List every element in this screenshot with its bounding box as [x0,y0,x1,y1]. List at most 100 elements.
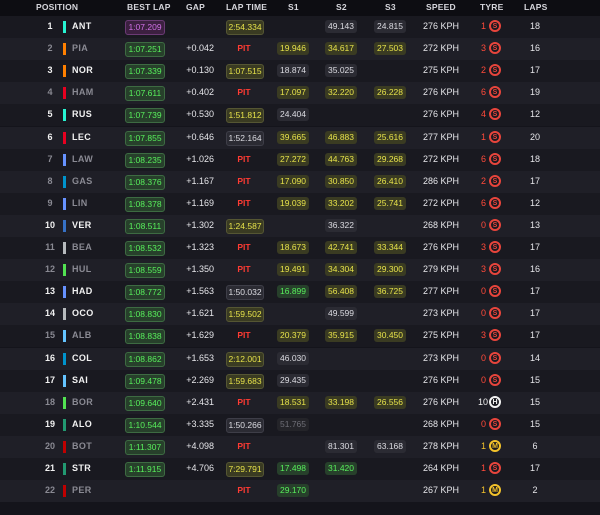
header-s1[interactable]: S1 [288,2,299,12]
speed-value: 278 KPH [423,440,460,451]
position-number: 4 [47,87,53,98]
driver-code: VER [72,219,92,230]
position-number: 8 [47,175,53,186]
tyre-age: 0 [480,219,486,230]
table-row[interactable]: 1 ANT 1:07.209 2:54.334 49.143 24.815 276 KPH 1… [0,16,600,38]
speed-value: 275 KPH [423,330,460,341]
table-row[interactable]: 20 BOT 1:11.307 +4.098 PIT 81.301 63.168 278 KP… [0,435,600,458]
header-lap-time[interactable]: LAP TIME [226,2,267,12]
position-number: 9 [47,197,53,208]
position-number: 3 [47,65,53,76]
lap-time-pit: PIT [237,242,251,252]
speed-value: 286 KPH [423,175,460,186]
speed-value: 272 KPH [423,197,460,208]
tyre-compound-icon: S [489,64,501,77]
laps-count: 14 [529,352,540,363]
sector-1-time: 19.946 [277,42,309,56]
table-row[interactable]: 8 GAS 1:08.376 +1.167 PIT 17.090 30.850 26.410 2… [0,170,600,193]
position-number: 18 [44,396,55,407]
driver-code: NOR [72,65,94,76]
sector-2-time: 34.617 [325,42,357,56]
sector-3-time: 33.344 [374,241,406,254]
table-row[interactable]: 13 HAD 1:08.772 +1.563 1:50.032 16.899 56.408 3… [0,281,600,304]
header-best-lap[interactable]: BEST LAP [127,2,171,12]
best-lap-time: 1:08.511 [125,218,165,234]
laps-count: 17 [529,330,540,341]
tyre-compound-icon: M [489,439,501,452]
gap-to-leader: +0.530 [186,109,214,120]
speed-value: 268 KPH [423,418,460,429]
driver-code: COL [72,352,93,363]
lap-time-pit: PIT [237,264,251,275]
best-lap-time: 1:08.838 [125,329,165,345]
team-color-bar [63,242,66,254]
sector-2-time: 49.143 [325,20,357,33]
gap-to-leader: +2.269 [186,374,214,385]
gap-to-leader: +0.402 [186,87,214,98]
tyre-age: 2 [480,65,486,76]
lap-time-pit: PIT [237,485,251,496]
table-row[interactable]: 11 BEA 1:08.532 +1.323 PIT 18.673 42.741 33.344… [0,237,600,259]
table-row[interactable]: 21 STR 1:11.915 +4.706 7:29.791 17.498 31.420 2… [0,458,600,480]
best-lap-time: 1:08.378 [125,196,165,212]
driver-code: PER [72,485,92,496]
position-number: 11 [45,242,55,252]
tyre-compound-icon: S [489,351,501,364]
laps-count: 17 [529,65,540,76]
tyre-age: 1 [480,440,486,451]
table-row[interactable]: 12 HUL 1:08.559 +1.350 PIT 19.491 34.304 29.300… [0,259,600,282]
sector-2-time: 46.883 [325,130,357,144]
lap-time: 1:51.812 [226,108,264,124]
team-color-bar [63,87,66,100]
table-row[interactable]: 22 PER PIT 29.170 267 KPH 1 M 2 [0,480,600,503]
tyre-age: 6 [480,153,486,164]
team-color-bar [63,330,66,343]
tyre-compound-icon: H [489,395,501,408]
table-row[interactable]: 9 LIN 1:08.378 +1.169 PIT 19.039 33.202 25.741 2… [0,192,600,215]
sector-1-time: 17.498 [277,462,309,475]
gap-to-leader: +4.706 [186,463,214,473]
header-speed[interactable]: SPEED [426,2,456,12]
best-lap-time: 1:08.235 [125,152,165,168]
lap-time-pit: PIT [237,153,251,164]
table-row[interactable]: 17 SAI 1:09.478 +2.269 1:59.683 29.435 276 KPH… [0,369,600,392]
gap-to-leader: +1.167 [186,175,214,186]
speed-value: 277 KPH [423,131,460,142]
table-row[interactable]: 4 HAM 1:07.611 +0.402 PIT 17.097 32.220 26.228 2… [0,82,600,105]
header-s2[interactable]: S2 [336,2,347,12]
laps-count: 15 [529,396,540,407]
header-position[interactable]: POSITION [36,2,78,12]
team-color-bar [63,219,66,232]
lap-time: 1:59.683 [226,373,264,389]
speed-value: 268 KPH [423,219,460,230]
lap-time: 7:29.791 [226,462,264,477]
lap-time: 1:52.164 [226,130,264,146]
speed-value: 272 KPH [423,153,460,164]
table-row[interactable]: 16 COL 1:08.862 +1.653 2:12.001 46.030 273 KPH… [0,347,600,370]
table-row[interactable]: 7 LAW 1:08.235 +1.026 PIT 27.272 44.763 29.268 2… [0,148,600,171]
table-row[interactable]: 14 OCO 1:08.830 +1.621 1:59.502 49.599 273 KPH… [0,303,600,326]
driver-code: LAW [72,153,94,164]
table-row[interactable]: 19 ALO 1:10.544 +3.335 1:50.266 51.765 268 KPH… [0,413,600,436]
lap-time: 1:24.587 [226,218,264,234]
tyre-age: 10 [478,396,489,407]
tyre-compound-icon: S [489,462,501,474]
position-number: 16 [44,352,55,363]
gap-to-leader: +0.130 [186,65,214,76]
header-tyre[interactable]: TYRE [480,2,503,12]
table-row[interactable]: 5 RUS 1:07.739 +0.530 1:51.812 24.404 276 KPH 4… [0,104,600,127]
header-laps[interactable]: LAPS [524,2,547,12]
lap-time-pit: PIT [237,175,251,186]
tyre-compound-icon: S [489,218,501,231]
table-row[interactable]: 6 LEC 1:07.855 +0.646 1:52.164 39.665 46.883 25… [0,126,600,149]
header-s3[interactable]: S3 [385,2,396,12]
header-gap[interactable]: GAP [186,2,205,12]
table-row[interactable]: 15 ALB 1:08.838 +1.629 PIT 20.379 35.915 30.450… [0,325,600,348]
table-row[interactable]: 18 BOR 1:09.640 +2.431 PIT 18.531 33.198 26.556… [0,391,600,414]
tyre-age: 1 [480,131,486,142]
table-row[interactable]: 3 NOR 1:07.339 +0.130 1:07.515 18.874 35.025 27… [0,60,600,83]
table-row[interactable]: 2 PIA 1:07.251 +0.042 PIT 19.946 34.617 27.503 2… [0,38,600,61]
table-row[interactable]: 10 VER 1:08.511 +1.302 1:24.587 36.322 268 KPH… [0,214,600,237]
tyre-compound-icon: S [489,86,501,99]
team-color-bar [63,43,66,56]
